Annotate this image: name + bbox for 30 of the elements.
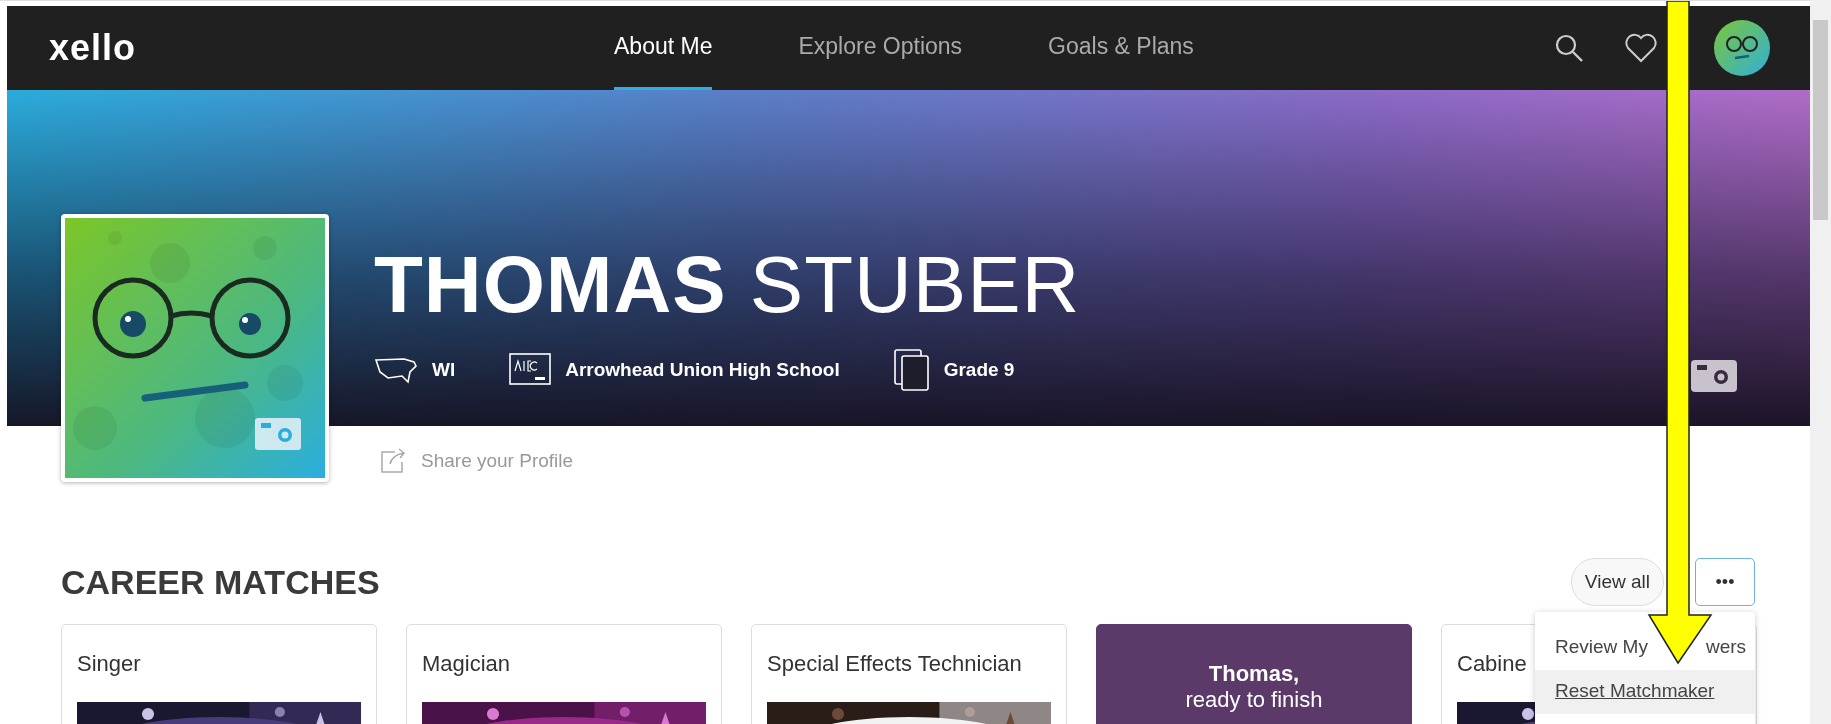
card-subtitle: ready to finish	[1185, 687, 1323, 713]
view-all-button[interactable]: View all	[1570, 558, 1664, 606]
map-icon	[374, 356, 418, 384]
career-card[interactable]: Singer	[61, 624, 377, 724]
chalkboard-icon	[509, 353, 552, 387]
card-title: Thomas,	[1208, 661, 1300, 687]
heart-icon[interactable]	[1624, 33, 1658, 63]
profile-info: Grade 9	[943, 359, 1015, 381]
nav-tab[interactable]: Explore Options	[798, 6, 963, 90]
section-title: CAREER MATCHES	[61, 562, 381, 602]
nav-tab[interactable]: Goals & Plans	[1048, 6, 1194, 90]
student-name: THOMAS STUBER	[374, 245, 1082, 325]
card-title: Singer	[77, 651, 141, 677]
career-card[interactable]: Special Effects Technician	[751, 624, 1067, 724]
card-title: Cabine	[1457, 651, 1527, 677]
menu-item[interactable]: Reset Matchmaker	[1535, 670, 1755, 714]
more-button[interactable]: •••	[1695, 558, 1755, 606]
menu-item[interactable]: Review My wers	[1535, 626, 1755, 670]
career-card[interactable]: Magician	[406, 624, 722, 724]
scrollbar[interactable]	[1810, 0, 1831, 724]
card-title: Magician	[422, 651, 511, 677]
career-card[interactable]: Thomas, ready to finish	[1096, 624, 1412, 724]
card-title: Special Effects Technician	[767, 651, 1022, 677]
logo[interactable]: xello	[49, 27, 614, 69]
profile-info: WI	[432, 359, 456, 381]
books-icon	[893, 349, 930, 391]
search-icon[interactable]	[1554, 33, 1584, 63]
camera-icon[interactable]	[1691, 360, 1737, 392]
avatar-icon[interactable]	[1714, 20, 1770, 76]
profile-info: Arrowhead Union High School	[565, 359, 840, 381]
